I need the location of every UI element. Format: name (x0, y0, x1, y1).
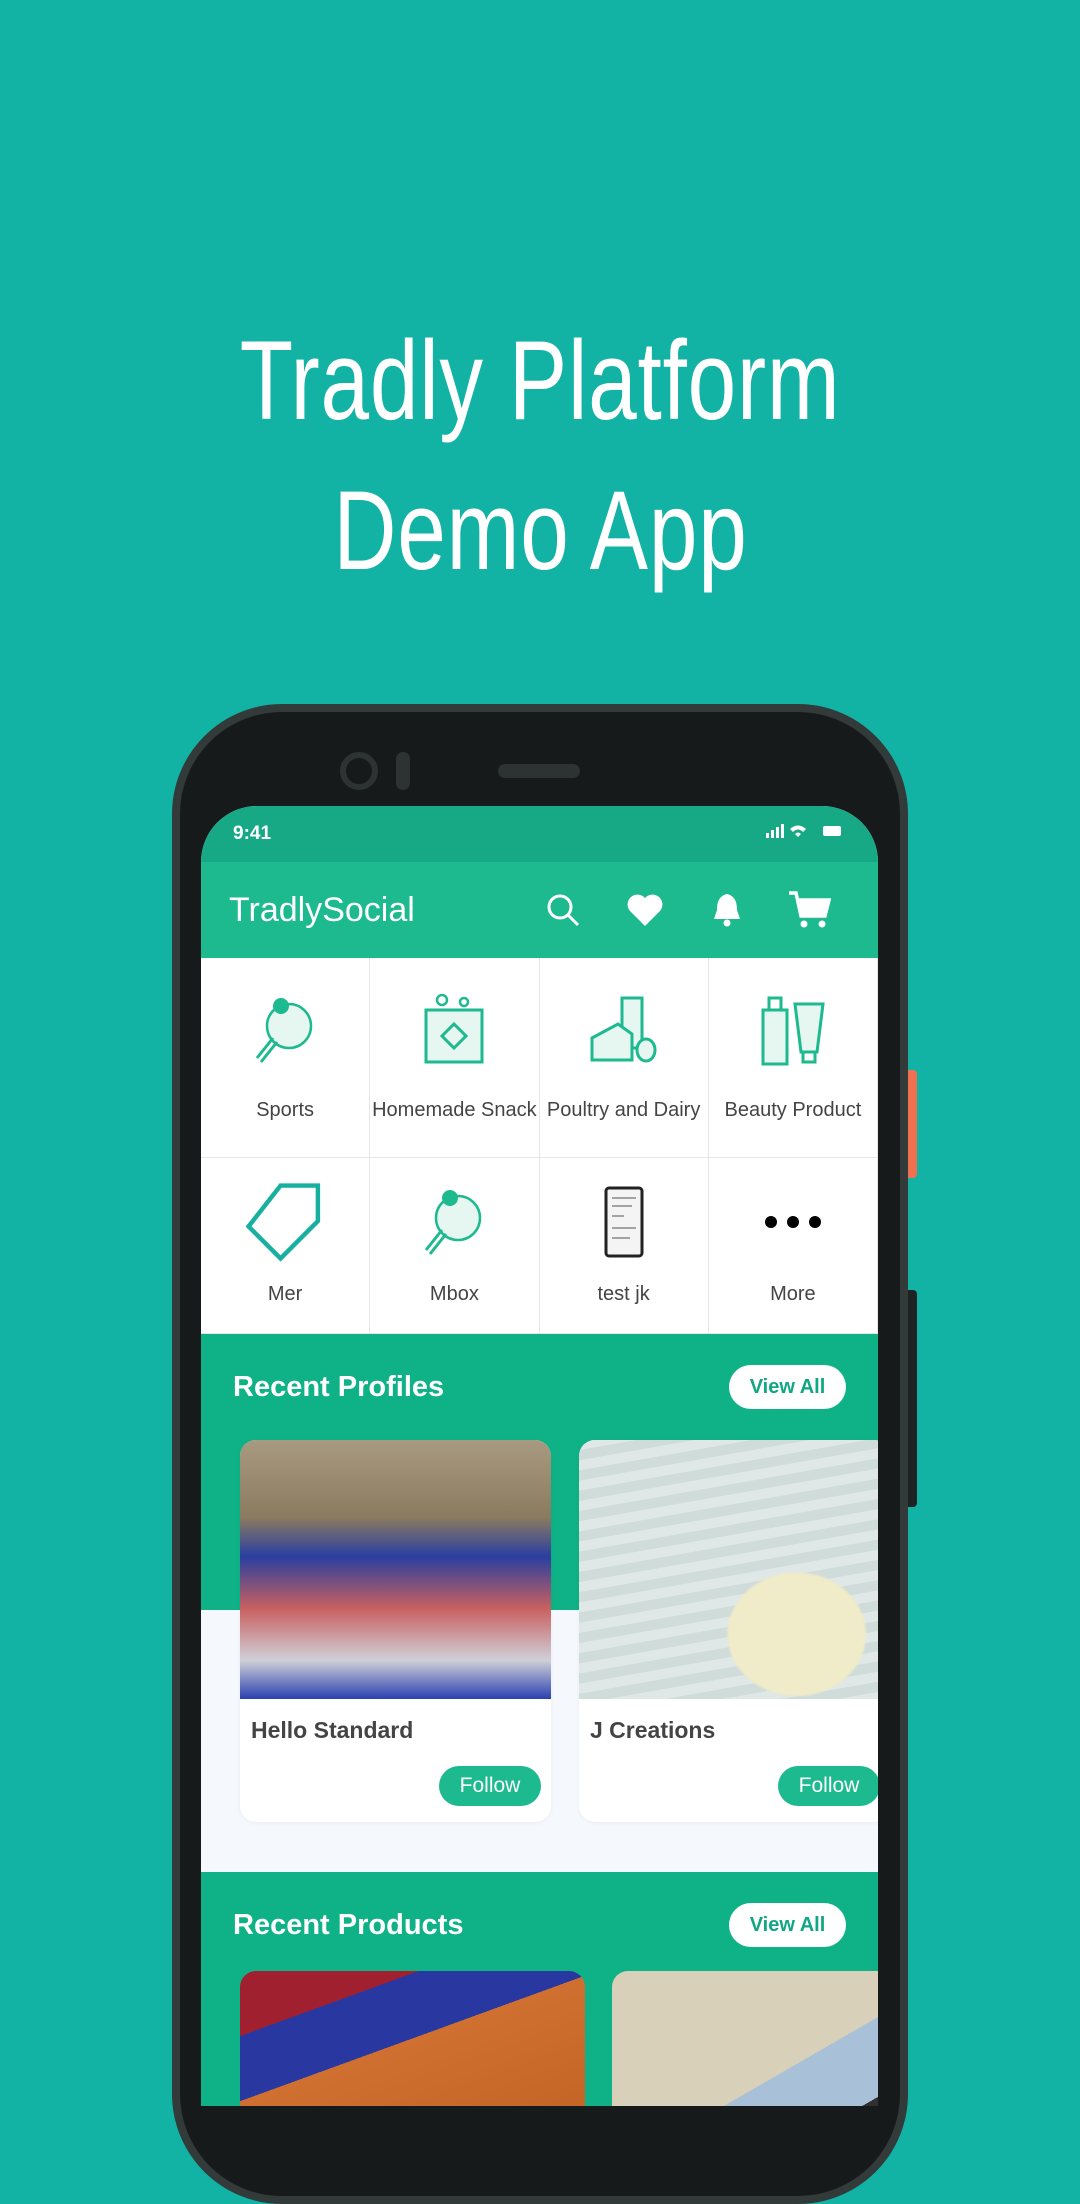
view-all-profiles-button[interactable]: View All (729, 1365, 846, 1409)
category-grid: Sports Homemade Snack Poultry and Dairy Bea… (201, 958, 878, 1334)
category-label: Mbox (429, 1283, 479, 1305)
profile-name: J Creations (590, 1717, 716, 1743)
category-mbox[interactable]: Mbox (370, 1158, 540, 1334)
dairy-icon (584, 990, 664, 1070)
category-test-jk[interactable]: test jk (539, 1158, 709, 1334)
heart-icon[interactable] (604, 893, 686, 927)
hero-title-line1: Tradly Platform (239, 318, 841, 443)
phone-thumbnail-icon (584, 1182, 664, 1262)
status-time: 9:41 (233, 823, 272, 844)
recent-products-section: Recent Products View All (201, 1872, 878, 2106)
phone-side-button-orange (908, 1070, 917, 1178)
profile-name: Hello Standard (251, 1717, 414, 1743)
category-label: Sports (256, 1099, 315, 1121)
category-sports[interactable]: Sports (201, 958, 371, 1158)
more-dots-icon (753, 1182, 833, 1262)
follow-button[interactable]: Follow (439, 1766, 541, 1806)
category-beauty-product[interactable]: Beauty Product (708, 958, 878, 1158)
app-title: TradlySocial (229, 890, 415, 929)
category-label: More (770, 1283, 816, 1305)
category-label: Poultry and Dairy (546, 1099, 701, 1121)
product-image[interactable] (612, 1971, 878, 2106)
category-homemade-snack[interactable]: Homemade Snack (370, 958, 540, 1158)
category-label: Mer (267, 1283, 303, 1305)
status-bar: 9:41 (201, 806, 878, 862)
profile-card[interactable]: J Creations Follow (579, 1440, 878, 1822)
hero-title-line2: Demo App (332, 468, 748, 593)
follow-button[interactable]: Follow (778, 1766, 878, 1806)
speaker (498, 764, 580, 778)
signal-wifi-battery-icon (766, 824, 841, 838)
product-image[interactable] (240, 1971, 585, 2106)
search-icon[interactable] (522, 892, 604, 928)
cart-icon[interactable] (768, 890, 850, 930)
section-title: Recent Products (233, 1908, 464, 1941)
app-screen: 9:41 TradlySocial Sports Homemade Snack Po… (201, 806, 878, 2106)
ping-pong-icon (414, 1182, 494, 1262)
status-icons (766, 822, 846, 846)
category-label: test jk (597, 1283, 650, 1305)
profile-image (240, 1440, 551, 1699)
category-mer[interactable]: Mer (201, 1158, 371, 1334)
category-label: Beauty Product (724, 1099, 862, 1121)
profile-card[interactable]: Hello Standard Follow (240, 1440, 551, 1822)
tag-icon (245, 1182, 325, 1262)
camera-icon (340, 752, 378, 790)
app-bar: TradlySocial (201, 862, 878, 958)
section-title: Recent Profiles (233, 1370, 445, 1403)
recent-profiles-section: Recent Profiles View All Hello Standard … (201, 1334, 878, 1872)
bell-icon[interactable] (686, 892, 768, 928)
ping-pong-icon (245, 990, 325, 1070)
sensor (396, 752, 410, 790)
category-label: Homemade Snack (372, 1099, 537, 1121)
profile-image (579, 1440, 878, 1699)
category-poultry-and-dairy[interactable]: Poultry and Dairy (539, 958, 709, 1158)
category-more[interactable]: More (708, 1158, 878, 1334)
view-all-products-button[interactable]: View All (729, 1903, 846, 1947)
snack-bag-icon (414, 990, 494, 1070)
phone-side-button (908, 1290, 917, 1507)
cosmetics-icon (753, 990, 833, 1070)
